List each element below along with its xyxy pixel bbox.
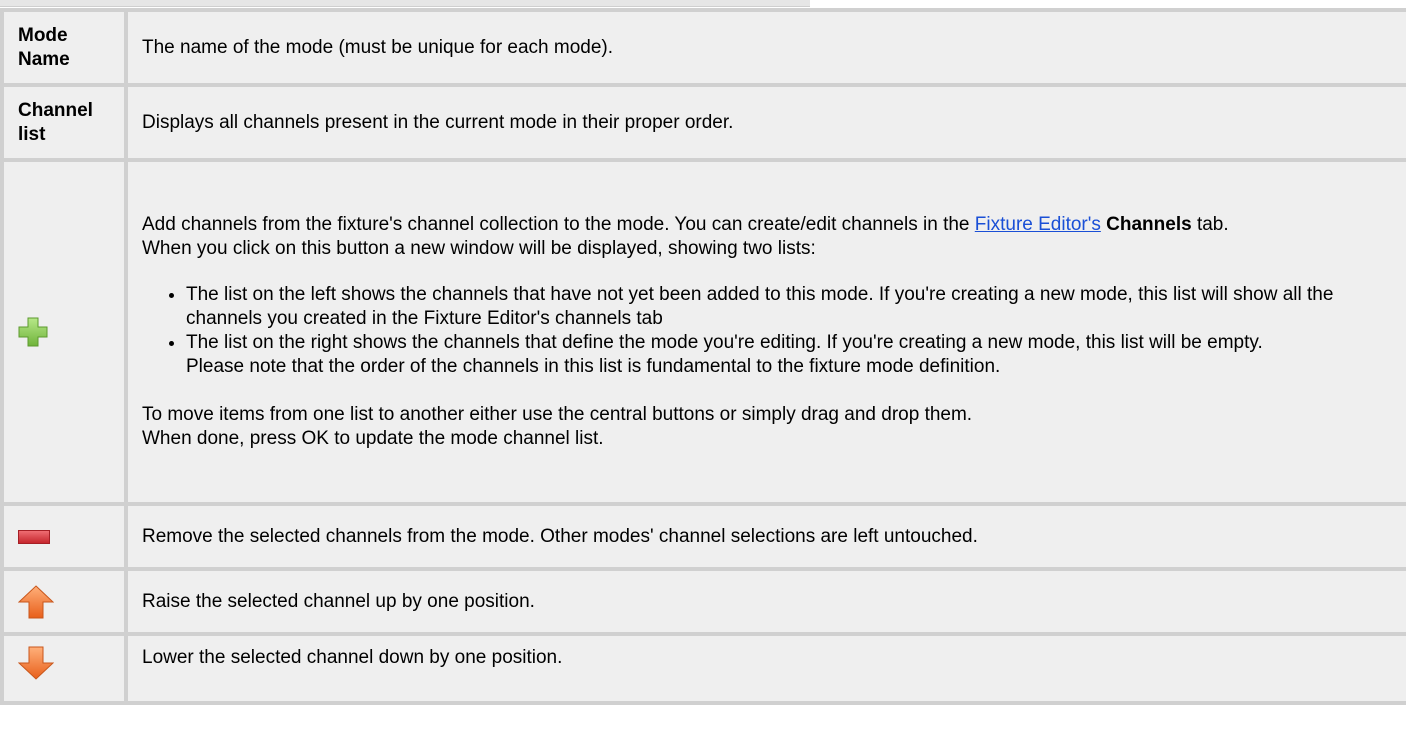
table-row: Remove the selected channels from the mo…: [4, 506, 1406, 567]
row-description: The name of the mode (must be unique for…: [142, 36, 614, 58]
move-items-note: To move items from one list to another e…: [142, 404, 973, 425]
help-page: Mode Name The name of the mode (must be …: [0, 0, 1406, 749]
done-note: When done, press OK to update the mode c…: [142, 428, 604, 449]
row-description: Raise the selected channel up by one pos…: [142, 590, 535, 612]
row-description-cell: Add channels from the fixture's channel …: [128, 162, 1406, 502]
row-label: Name: [18, 48, 70, 70]
row-description: Remove the selected channels from the mo…: [142, 525, 978, 547]
lists-bullet-list: The list on the left shows the channels …: [142, 283, 1406, 379]
add-plus-icon: [18, 317, 48, 347]
table-row: Lower the selected channel down by one p…: [4, 636, 1406, 701]
row-icon-cell: [4, 636, 124, 701]
row-description-cell: Remove the selected channels from the mo…: [128, 506, 1406, 567]
list-item-note: Please note that the order of the channe…: [186, 356, 1001, 377]
add-intro-tail: tab.: [1191, 214, 1229, 235]
list-item: The list on the right shows the channels…: [186, 331, 1406, 379]
row-label-cell: Mode Name: [4, 12, 124, 83]
row-label: list: [18, 123, 46, 145]
row-description: Displays all channels present in the cur…: [142, 111, 734, 133]
add-window-note: When you click on this button a new wind…: [142, 238, 816, 259]
channels-tab-name: Channels: [1106, 214, 1192, 235]
add-intro-text: Add channels from the fixture's channel …: [142, 214, 975, 235]
list-item-text: The list on the right shows the channels…: [186, 332, 1263, 353]
row-description: Lower the selected channel down by one p…: [142, 647, 563, 668]
top-scroll-strip: [0, 0, 810, 7]
row-label-cell: Channel list: [4, 87, 124, 158]
row-description-cell: Displays all channels present in the cur…: [128, 87, 1406, 158]
row-icon-cell: [4, 506, 124, 567]
row-icon-cell: [4, 162, 124, 502]
list-item-text: The list on the left shows the channels …: [186, 284, 1334, 329]
row-description-cell: Raise the selected channel up by one pos…: [128, 571, 1406, 632]
add-intro: Add channels from the fixture's channel …: [142, 213, 1406, 237]
arrow-up-icon: [18, 584, 54, 618]
remove-minus-icon: [18, 529, 50, 544]
table-row: Channel list Displays all channels prese…: [4, 87, 1406, 158]
arrow-down-icon: [18, 646, 54, 680]
table-row: Mode Name The name of the mode (must be …: [4, 12, 1406, 83]
row-icon-cell: [4, 571, 124, 632]
row-description-cell: The name of the mode (must be unique for…: [128, 12, 1406, 83]
row-description-cell: Lower the selected channel down by one p…: [128, 636, 1406, 701]
row-label: Channel: [18, 99, 93, 121]
list-item: The list on the left shows the channels …: [186, 283, 1406, 331]
table-row: Add channels from the fixture's channel …: [4, 162, 1406, 502]
mode-editor-help-table: Mode Name The name of the mode (must be …: [0, 8, 1406, 705]
row-label: Mode: [18, 24, 68, 46]
fixture-editor-link[interactable]: Fixture Editor's: [975, 214, 1101, 235]
table-row: Raise the selected channel up by one pos…: [4, 571, 1406, 632]
